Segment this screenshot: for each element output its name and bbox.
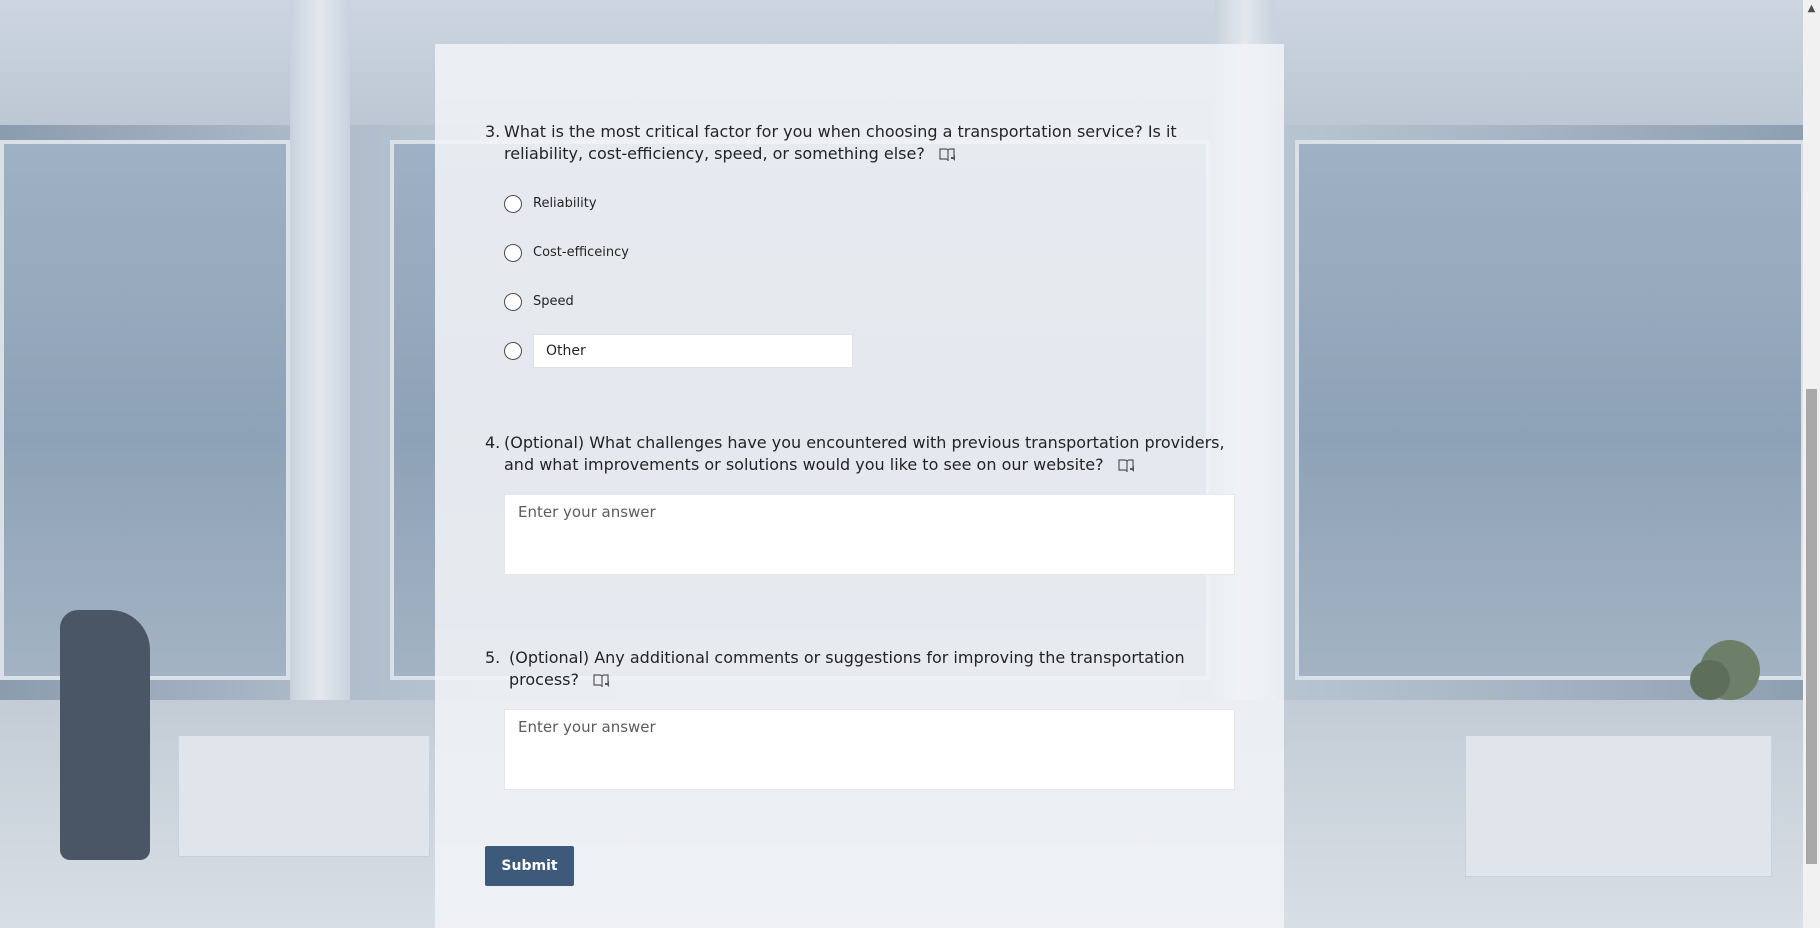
question-header: 5. (Optional) Any additional comments or… xyxy=(485,647,1230,691)
question-number: 3. xyxy=(485,122,501,141)
question-title: What is the most critical factor for you… xyxy=(504,121,1230,165)
bg-plant xyxy=(1690,660,1730,700)
radio-button[interactable] xyxy=(504,243,522,262)
radio-button[interactable] xyxy=(504,194,522,213)
radio-button[interactable] xyxy=(504,292,522,311)
scroll-up-arrow-icon[interactable]: ▲ xyxy=(1803,0,1820,17)
question-title: (Optional) Any additional comments or su… xyxy=(509,647,1230,691)
option-reliability[interactable]: Reliability xyxy=(504,179,1230,228)
radio-button[interactable] xyxy=(504,341,522,360)
option-other[interactable]: Other xyxy=(504,326,1230,375)
question-5: 5. (Optional) Any additional comments or… xyxy=(485,647,1235,790)
answer-textarea[interactable]: Enter your answer xyxy=(504,494,1235,575)
bg-window xyxy=(0,140,290,680)
form-card: 3. What is the most critical factor for … xyxy=(435,44,1284,928)
option-label: Reliability xyxy=(533,196,597,211)
option-cost-efficiency[interactable]: Cost-efficeincy xyxy=(504,228,1230,277)
bg-cabinet xyxy=(178,735,430,857)
other-input[interactable]: Other xyxy=(533,333,853,368)
question-header: 4. (Optional) What challenges have you e… xyxy=(485,432,1230,476)
immersive-reader-icon[interactable] xyxy=(938,147,958,163)
option-label: Cost-efficeincy xyxy=(533,245,629,260)
immersive-reader-icon[interactable] xyxy=(592,673,612,689)
answer-placeholder: Enter your answer xyxy=(518,503,656,521)
question-header: 3. What is the most critical factor for … xyxy=(485,121,1230,165)
submit-button[interactable]: Submit xyxy=(485,846,574,886)
option-speed[interactable]: Speed xyxy=(504,277,1230,326)
question-3: 3. What is the most critical factor for … xyxy=(485,121,1230,375)
question-number: 4. xyxy=(485,433,501,452)
answer-placeholder: Enter your answer xyxy=(518,718,656,736)
bg-cabinet xyxy=(1465,735,1772,877)
question-title: (Optional) What challenges have you enco… xyxy=(504,432,1230,476)
bg-chair xyxy=(60,610,150,860)
other-placeholder: Other xyxy=(546,342,586,359)
question-text: What is the most critical factor for you… xyxy=(504,122,1177,163)
option-label: Speed xyxy=(533,294,574,309)
vertical-scrollbar[interactable]: ▲ xyxy=(1803,0,1820,928)
scrollbar-thumb[interactable] xyxy=(1806,389,1817,864)
question-4: 4. (Optional) What challenges have you e… xyxy=(485,432,1235,575)
question-number: 5. xyxy=(485,648,501,667)
immersive-reader-icon[interactable] xyxy=(1117,458,1137,474)
bg-window xyxy=(1295,140,1803,680)
answer-textarea[interactable]: Enter your answer xyxy=(504,709,1235,790)
options-group: Reliability Cost-efficeincy Speed Other xyxy=(504,179,1230,375)
